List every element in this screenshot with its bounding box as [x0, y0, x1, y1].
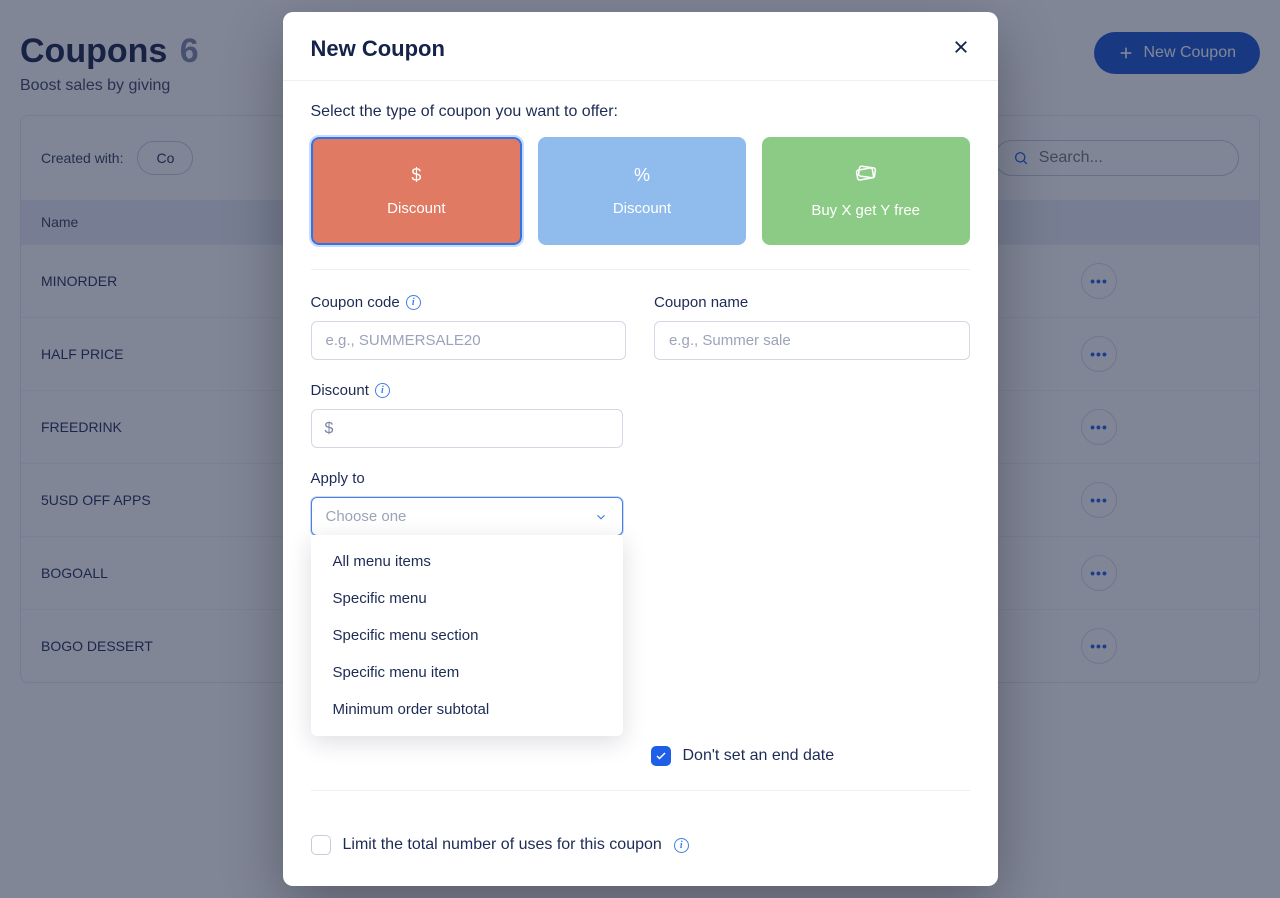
discount-input[interactable] [311, 409, 623, 448]
chevron-down-icon [594, 510, 608, 524]
dollar-label: Discount [387, 200, 445, 217]
info-icon[interactable]: i [375, 383, 390, 398]
apply-to-select[interactable]: Choose one [311, 497, 623, 536]
apply-to-option[interactable]: Specific menu item [311, 654, 623, 691]
apply-to-label: Apply to [311, 470, 970, 487]
percent-discount-tile[interactable]: % Discount [538, 137, 746, 245]
modal-footer: Cancel Create Coupon [283, 877, 998, 886]
info-icon[interactable]: i [406, 295, 421, 310]
limit-uses-checkbox[interactable] [311, 835, 331, 855]
currency-symbol: $ [325, 420, 334, 438]
modal-header: New Coupon [283, 12, 998, 81]
apply-to-option[interactable]: Specific menu section [311, 617, 623, 654]
limit-uses-label: Limit the total number of uses for this … [343, 836, 662, 854]
close-icon [952, 38, 970, 56]
new-coupon-modal: New Coupon Select the type of coupon you… [283, 12, 998, 886]
info-icon[interactable]: i [674, 838, 689, 853]
apply-to-option[interactable]: All menu items [311, 543, 623, 580]
dollar-icon: $ [411, 165, 421, 186]
percent-icon: % [634, 165, 650, 186]
type-prompt: Select the type of coupon you want to of… [311, 103, 970, 121]
coupon-code-label: Coupon code i [311, 294, 627, 311]
apply-to-option[interactable]: Specific menu [311, 580, 623, 617]
coupon-name-label: Coupon name [654, 294, 970, 311]
coupon-type-tiles: $ Discount % Discount Buy X get Y free [311, 137, 970, 245]
close-button[interactable] [952, 36, 970, 62]
modal-title: New Coupon [311, 36, 445, 62]
check-icon [655, 750, 667, 762]
discount-field: $ [311, 409, 623, 448]
apply-to-placeholder: Choose one [326, 508, 407, 525]
modal-scrim[interactable]: New Coupon Select the type of coupon you… [0, 0, 1280, 898]
no-end-date-checkbox[interactable] [651, 746, 671, 766]
coupon-name-input[interactable] [654, 321, 970, 360]
apply-to-dropdown: All menu itemsSpecific menuSpecific menu… [311, 535, 623, 736]
coupon-code-input[interactable] [311, 321, 627, 360]
bogo-label: Buy X get Y free [811, 202, 920, 219]
ticket-icon [853, 163, 879, 188]
discount-label: Discount i [311, 382, 970, 399]
dollar-discount-tile[interactable]: $ Discount [311, 137, 523, 245]
percent-label: Discount [613, 200, 671, 217]
no-end-date-label: Don't set an end date [683, 747, 835, 765]
apply-to-option[interactable]: Minimum order subtotal [311, 691, 623, 728]
bogo-tile[interactable]: Buy X get Y free [762, 137, 970, 245]
